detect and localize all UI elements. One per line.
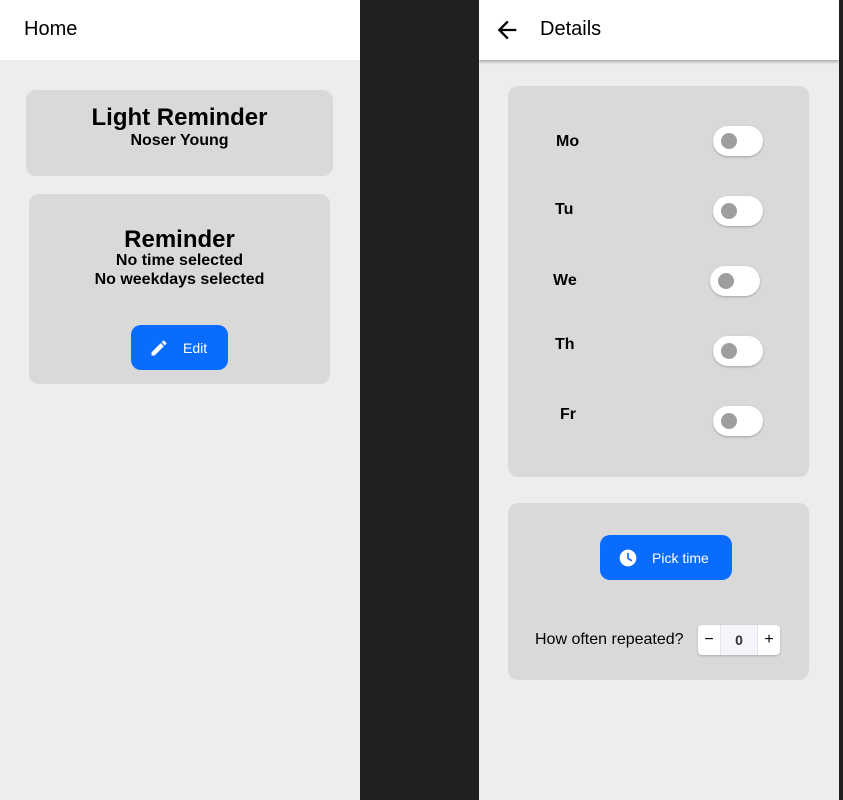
repeat-stepper: − + <box>698 625 780 655</box>
screen-edge <box>839 0 843 800</box>
toggle-knob <box>721 413 737 429</box>
time-card: Pick time How often repeated? − + <box>508 503 809 680</box>
reminder-title: Reminder <box>124 226 235 253</box>
home-page-title: Home <box>24 18 78 40</box>
weekday-toggle-tu[interactable] <box>713 196 763 226</box>
reminder-card: Reminder No time selected No weekdays se… <box>29 194 330 384</box>
toggle-knob <box>721 133 737 149</box>
weekday-toggle-mo[interactable] <box>713 126 763 156</box>
back-arrow-icon[interactable] <box>493 16 521 44</box>
screen-divider <box>360 0 479 800</box>
weekday-label-th: Th <box>555 336 575 353</box>
home-app-bar: Home <box>0 0 360 60</box>
weekday-label-we: We <box>553 272 577 289</box>
app-title: Light Reminder <box>91 104 268 131</box>
toggle-knob <box>721 203 737 219</box>
reminder-time-status: No time selected <box>115 252 244 269</box>
weekday-label-tu: Tu <box>555 201 574 218</box>
edit-button[interactable]: Edit <box>131 325 228 370</box>
app-author: Noser Young <box>130 132 229 149</box>
toggle-knob <box>718 273 734 289</box>
weekday-card: Mo Tu We Th Fr <box>508 86 809 477</box>
details-screen: Details Mo Tu We Th Fr Pick time How oft… <box>479 0 839 800</box>
pencil-icon <box>151 339 167 355</box>
weekday-toggle-fr[interactable] <box>713 406 763 436</box>
app-title-card: Light Reminder Noser Young <box>26 90 333 176</box>
pick-time-label: Pick time <box>652 549 709 566</box>
weekday-label-mo: Mo <box>556 133 580 150</box>
home-screen: Home Light Reminder Noser Young Reminder… <box>0 0 360 800</box>
toggle-knob <box>721 343 737 359</box>
weekday-toggle-th[interactable] <box>713 336 763 366</box>
clock-icon <box>619 549 637 566</box>
edit-button-label: Edit <box>183 339 208 356</box>
weekday-toggle-we[interactable] <box>710 266 760 296</box>
pick-time-button[interactable]: Pick time <box>600 535 732 580</box>
repeat-label: How often repeated? <box>535 631 684 648</box>
details-app-bar: Details <box>479 0 839 60</box>
reminder-weekday-status: No weekdays selected <box>94 271 265 288</box>
increment-button[interactable]: + <box>757 625 780 655</box>
repeat-count-input[interactable] <box>721 625 757 655</box>
weekday-label-fr: Fr <box>560 406 576 423</box>
decrement-button[interactable]: − <box>698 625 721 655</box>
details-page-title: Details <box>540 18 602 40</box>
